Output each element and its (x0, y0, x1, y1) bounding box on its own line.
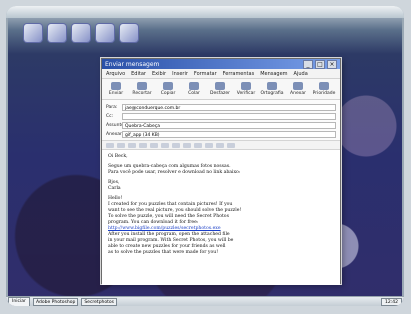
cc-label: Cc: (106, 113, 114, 119)
menu-item-exibir[interactable]: Exibir (152, 71, 166, 77)
cc-field[interactable] (122, 112, 336, 120)
to-label: Para: (106, 104, 118, 110)
align-right-icon[interactable] (205, 142, 213, 148)
underline-icon[interactable] (150, 142, 158, 148)
app-icon[interactable] (24, 24, 42, 42)
italic-icon[interactable] (139, 142, 147, 148)
menu-item-ajuda[interactable]: Ajuda (294, 71, 308, 77)
taskbar-item-photoshop[interactable]: Adobe Photoshop (33, 297, 79, 306)
format-toolbar (102, 141, 340, 150)
taskbar-item-secretphotos[interactable]: Secretphotos (81, 297, 118, 306)
scissors-icon (137, 82, 147, 90)
link-icon[interactable] (216, 142, 224, 148)
close-button[interactable]: × (327, 59, 337, 69)
maximize-button[interactable]: □ (315, 59, 325, 69)
media-icon[interactable] (120, 24, 138, 42)
browser-icon[interactable] (96, 24, 114, 42)
cut-button[interactable]: Recortar (131, 80, 153, 98)
message-headers: Para: jae@conduerque.com.br Cc: Assunto:… (102, 100, 340, 141)
desktop: Enviar mensagem _ □ × Arquivo Editar Exi… (6, 6, 404, 306)
attach-row: Anexar: gif_app (34 KB) (106, 130, 336, 138)
menu-item-inserir[interactable]: Inserir (172, 71, 188, 77)
folder-icon[interactable] (48, 24, 66, 42)
font-icon[interactable] (106, 142, 114, 148)
list-icon[interactable] (172, 142, 180, 148)
align-left-icon[interactable] (183, 142, 191, 148)
menu-item-arquivo[interactable]: Arquivo (106, 71, 125, 77)
system-tray-clock: 12:42 (381, 297, 402, 306)
start-button[interactable]: Iniciar (8, 296, 30, 306)
window-title: Enviar mensagem (105, 60, 160, 68)
subject-row: Assunto: Quebra-Cabeça (106, 121, 336, 129)
document-icon[interactable] (72, 24, 90, 42)
window-titlebar[interactable]: Enviar mensagem _ □ × (102, 59, 340, 69)
compose-window: Enviar mensagem _ □ × Arquivo Editar Exi… (101, 58, 341, 285)
compose-toolbar: Enviar Recortar Copiar Colar Desfazer Ve… (102, 79, 340, 100)
bold-icon[interactable] (128, 142, 136, 148)
send-button[interactable]: Enviar (105, 80, 127, 98)
body-line: as to solve the puzzles that were made f… (108, 250, 219, 255)
check-icon (241, 82, 251, 90)
align-center-icon[interactable] (194, 142, 202, 148)
paste-button[interactable]: Colar (183, 80, 205, 98)
menu-item-editar[interactable]: Editar (131, 71, 146, 77)
spelling-button[interactable]: Ortografia (261, 80, 283, 98)
menu-item-ferramentas[interactable]: Ferramentas (223, 71, 255, 77)
attach-label: Anexar: (106, 131, 124, 137)
menu-item-formatar[interactable]: Formatar (194, 71, 217, 77)
menu-item-mensagem[interactable]: Mensagem (260, 71, 287, 77)
attach-button[interactable]: Anexar (287, 80, 309, 98)
send-icon (111, 82, 121, 90)
menu-bar: Arquivo Editar Exibir Inserir Formatar F… (102, 69, 340, 79)
copy-button[interactable]: Copiar (157, 80, 179, 98)
priority-button[interactable]: Prioridade (313, 80, 335, 98)
spellcheck-icon (267, 82, 277, 90)
subject-field[interactable]: Quebra-Cabeça (122, 121, 336, 129)
top-border (6, 6, 404, 18)
to-row: Para: jae@conduerque.com.br (106, 103, 336, 111)
undo-icon (215, 82, 225, 90)
paperclip-icon (293, 82, 303, 90)
minimize-button[interactable]: _ (303, 59, 313, 69)
priority-icon (319, 82, 329, 90)
desktop-icons (24, 24, 174, 48)
attach-field[interactable]: gif_app (34 KB) (122, 130, 336, 138)
to-field[interactable]: jae@conduerque.com.br (122, 103, 336, 111)
screen-frame: Enviar mensagem _ □ × Arquivo Editar Exi… (0, 0, 411, 314)
subject-label: Assunto: (106, 122, 126, 128)
image-icon[interactable] (227, 142, 235, 148)
check-button[interactable]: Verificar (235, 80, 257, 98)
copy-icon (163, 82, 173, 90)
size-icon[interactable] (117, 142, 125, 148)
taskbar: Iniciar Adobe Photoshop Secretphotos 12:… (6, 296, 404, 306)
window-controls: _ □ × (303, 59, 337, 69)
cc-row: Cc: (106, 112, 336, 120)
color-icon[interactable] (161, 142, 169, 148)
message-body[interactable]: Oi Beck, Segue um quebra-cabeça com algu… (102, 150, 340, 285)
paste-icon (189, 82, 199, 90)
undo-button[interactable]: Desfazer (209, 80, 231, 98)
